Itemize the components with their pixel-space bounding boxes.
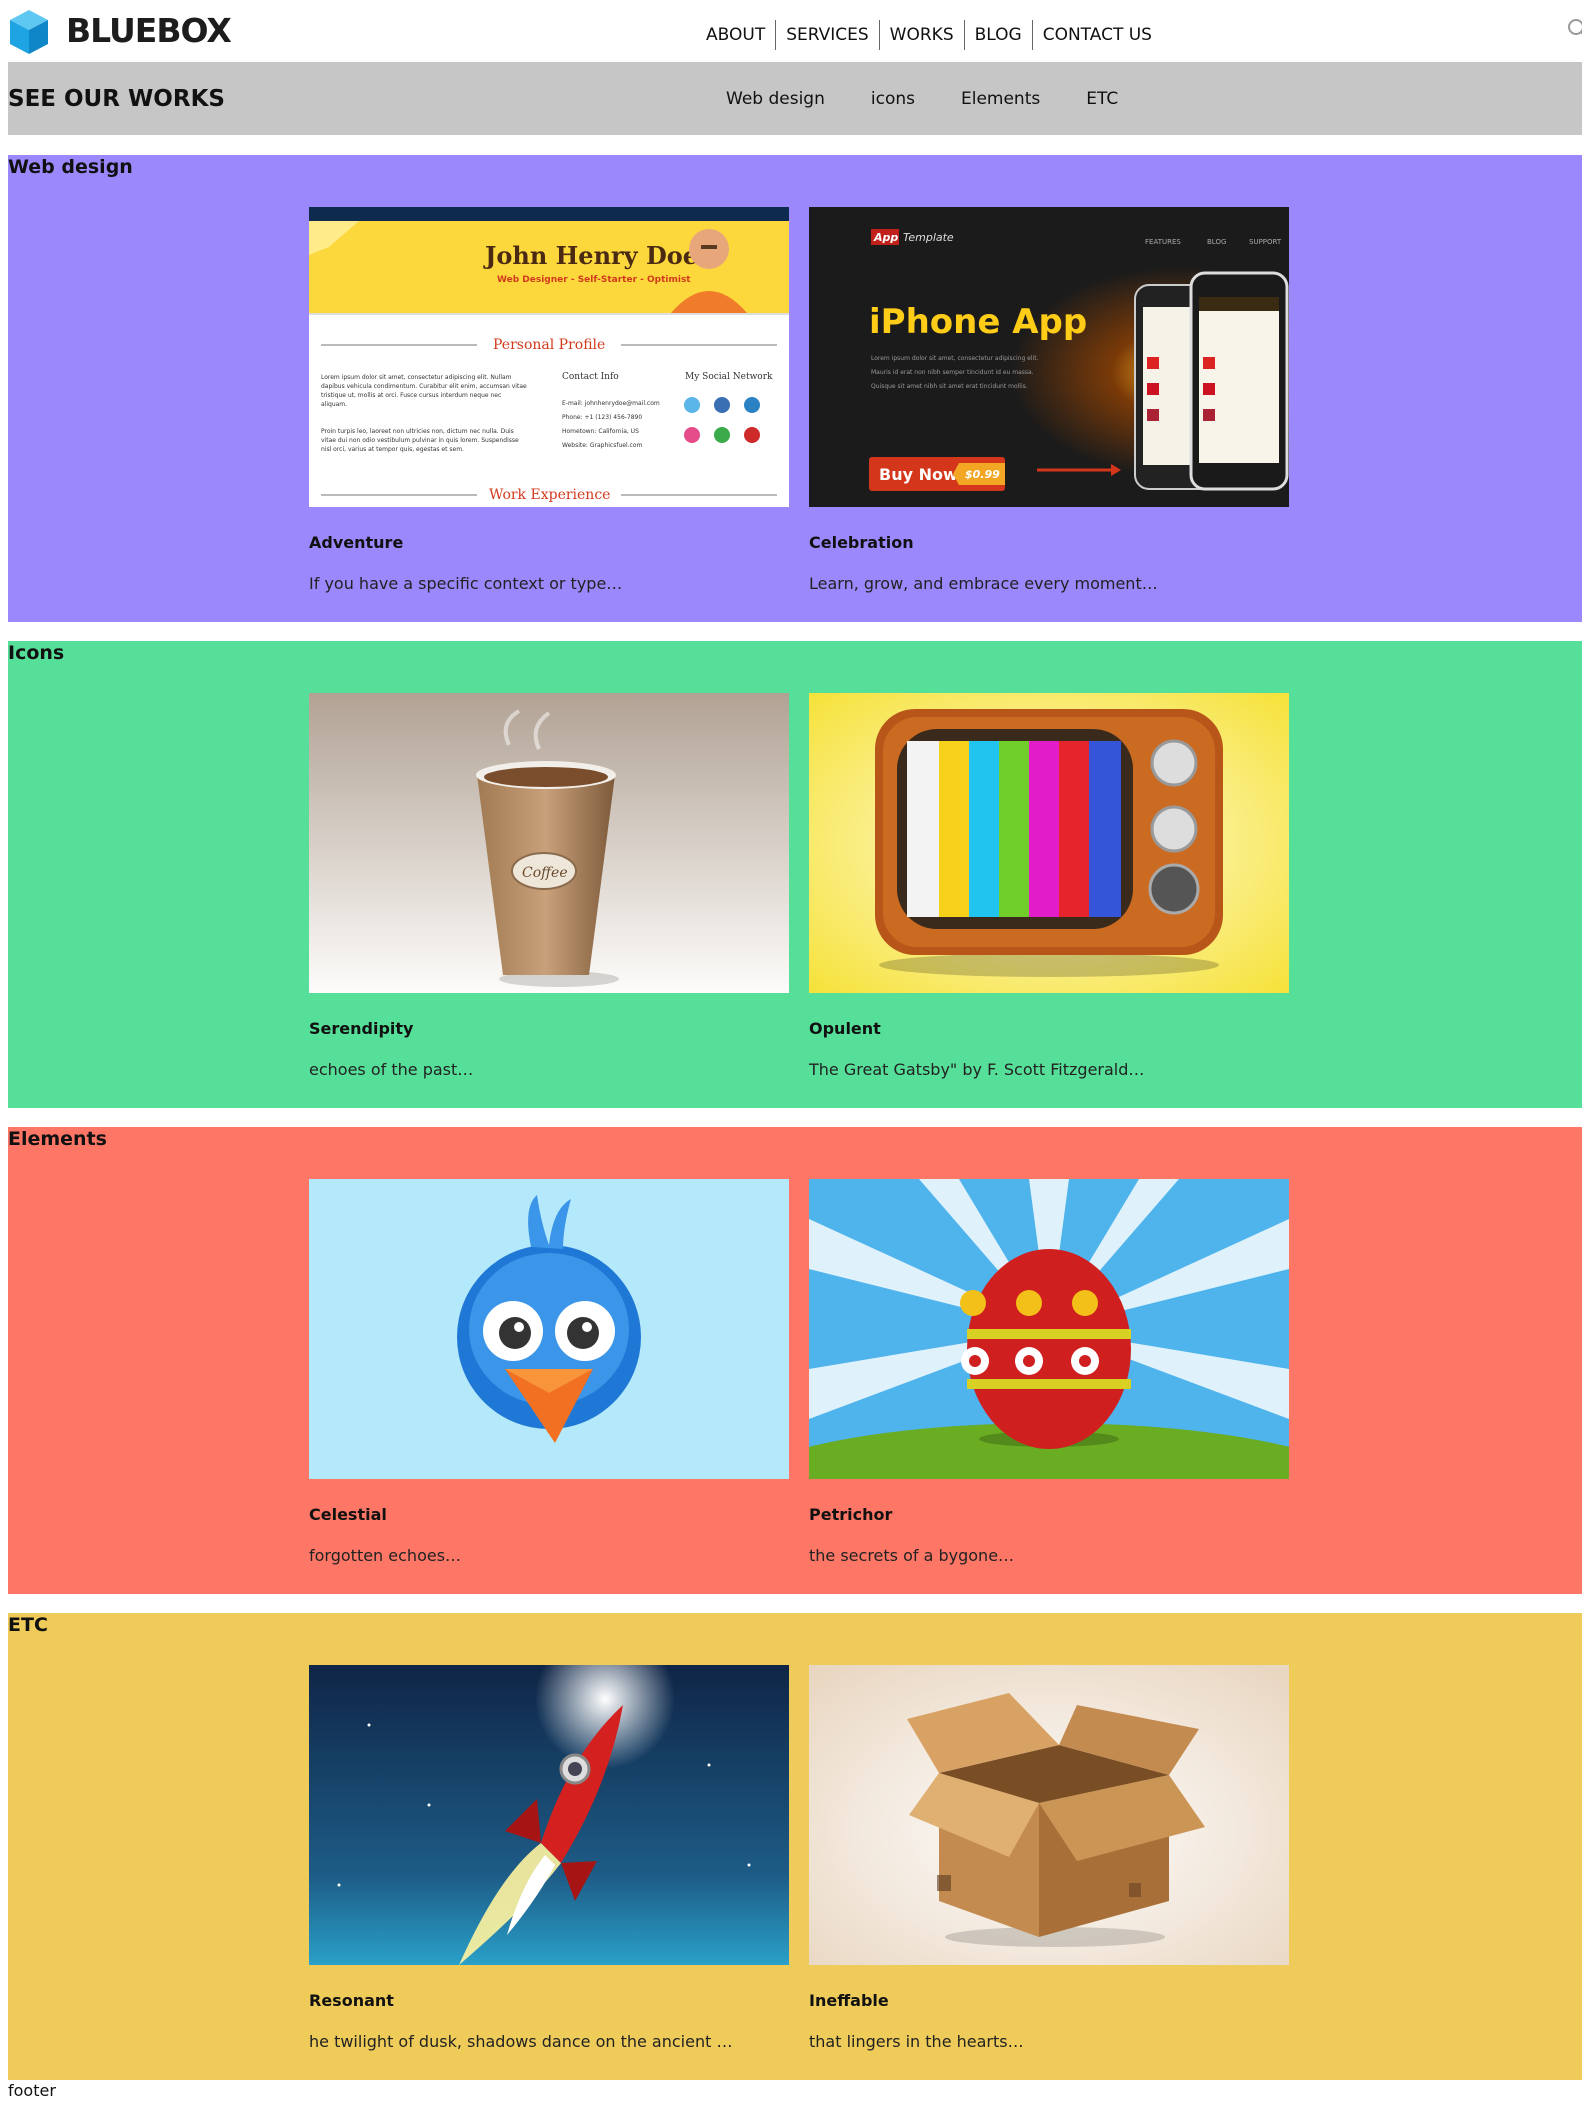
svg-text:Website: Graphicsfuel.com: Website: Graphicsfuel.com xyxy=(562,442,642,449)
card-description: that lingers in the hearts… xyxy=(809,2032,1024,2051)
card-description: If you have a specific context or type… xyxy=(309,574,623,593)
svg-text:$0.99: $0.99 xyxy=(965,468,1000,481)
section-title: ETC xyxy=(8,1614,48,1636)
svg-text:Web Designer - Self-Starter -: Web Designer - Self-Starter - Optimist xyxy=(497,275,691,285)
svg-text:Personal Profile: Personal Profile xyxy=(493,337,605,353)
card-title[interactable]: Ineffable xyxy=(809,1991,889,2010)
svg-text:Mauris id erat non nibh semper: Mauris id erat non nibh semper tincidunt… xyxy=(871,369,1034,376)
svg-text:vitae dui non odio vestibulum: vitae dui non odio vestibulum pulvinar i… xyxy=(321,437,519,444)
coffee-cup-thumbnail[interactable]: Coffee xyxy=(309,693,789,993)
section-etc: ETC Resonant he twilight of dusk, shadow… xyxy=(8,1613,1582,2080)
card-description: the secrets of a bygone… xyxy=(809,1546,1015,1565)
section-elements: Elements Celestial forgotten echoes… Pet… xyxy=(8,1127,1582,1594)
section-web-design: Web design John Henry Doe Web Designer -… xyxy=(8,155,1582,622)
logo-text[interactable]: BLUEBOX xyxy=(66,10,232,52)
svg-text:FEATURES: FEATURES xyxy=(1145,238,1181,246)
footer: footer xyxy=(8,2081,56,2100)
card-title[interactable]: Serendipity xyxy=(309,1019,413,1038)
card-title[interactable]: Petrichor xyxy=(809,1505,892,1524)
nav-services[interactable]: SERVICES xyxy=(775,20,878,50)
section-icons: Icons Coffee Serendipity echoes of the p… xyxy=(8,641,1582,1108)
card-description: The Great Gatsby" by F. Scott Fitzgerald… xyxy=(809,1060,1145,1079)
svg-text:Phone: +1 (123) 456-7890: Phone: +1 (123) 456-7890 xyxy=(562,414,642,421)
works-filter-nav: Web design icons Elements ETC xyxy=(726,84,1164,114)
logo-cube-icon[interactable] xyxy=(8,8,50,56)
svg-text:Quisque sit amet nibh sit amet: Quisque sit amet nibh sit amet erat tinc… xyxy=(871,383,1028,390)
card-description: Learn, grow, and embrace every moment… xyxy=(809,574,1158,593)
section-title: Icons xyxy=(8,642,65,664)
nav-works[interactable]: WORKS xyxy=(878,20,964,50)
card-title[interactable]: Celebration xyxy=(809,533,914,552)
svg-text:Coffee: Coffee xyxy=(522,865,568,881)
work-card-opulent[interactable]: Opulent The Great Gatsby" by F. Scott Fi… xyxy=(809,693,1289,1079)
svg-text:tristique ut, mollis at orci.: tristique ut, mollis at orci. Fusce curs… xyxy=(321,392,501,399)
svg-text:Hometown: California, US: Hometown: California, US xyxy=(562,428,639,435)
work-card-serendipity[interactable]: Coffee Serendipity echoes of the past… xyxy=(309,693,789,1079)
card-description: forgotten echoes… xyxy=(309,1546,462,1565)
svg-text:Buy Now: Buy Now xyxy=(879,465,958,484)
filter-web-design[interactable]: Web design xyxy=(726,84,825,114)
svg-text:App: App xyxy=(873,231,898,244)
svg-text:nisl orci, varius at tempor qu: nisl orci, varius at tempor quis, egesta… xyxy=(321,446,464,453)
section-title: Elements xyxy=(8,1128,107,1150)
svg-text:Template: Template xyxy=(903,231,954,244)
cardboard-box-thumbnail[interactable] xyxy=(809,1665,1289,1965)
search-icon[interactable] xyxy=(1566,18,1582,38)
card-title[interactable]: Celestial xyxy=(309,1505,387,1524)
svg-text:dapibus vehicula condimentum.: dapibus vehicula condimentum. Curabitur … xyxy=(321,383,527,390)
work-card-ineffable[interactable]: Ineffable that lingers in the hearts… xyxy=(809,1665,1289,2051)
main-nav: ABOUT SERVICES WORKS BLOG CONTACT US xyxy=(696,20,1162,50)
svg-text:Lorem ipsum dolor sit amet, co: Lorem ipsum dolor sit amet, consectetur … xyxy=(871,355,1039,362)
svg-text:John Henry Doe: John Henry Doe xyxy=(483,241,698,270)
svg-text:BLOG: BLOG xyxy=(1207,238,1226,246)
svg-text:aliquam.: aliquam. xyxy=(321,401,347,408)
nav-about[interactable]: ABOUT xyxy=(696,20,775,50)
filter-elements[interactable]: Elements xyxy=(961,84,1040,114)
blue-bird-thumbnail[interactable] xyxy=(309,1179,789,1479)
nav-contact-us[interactable]: CONTACT US xyxy=(1031,20,1162,50)
iphone-app-thumbnail[interactable]: App Template FEATURES BLOG SUPPORT iPhon… xyxy=(809,207,1289,507)
filter-icons[interactable]: icons xyxy=(871,84,915,114)
card-title[interactable]: Adventure xyxy=(309,533,403,552)
card-title[interactable]: Opulent xyxy=(809,1019,881,1038)
svg-text:SUPPORT: SUPPORT xyxy=(1249,238,1282,246)
easter-egg-thumbnail[interactable] xyxy=(809,1179,1289,1479)
work-card-celestial[interactable]: Celestial forgotten echoes… xyxy=(309,1179,789,1565)
works-filter-bar: SEE OUR WORKS Web design icons Elements … xyxy=(8,62,1582,135)
card-description: he twilight of dusk, shadows dance on th… xyxy=(309,2032,733,2051)
section-title: Web design xyxy=(8,156,133,178)
rocket-thumbnail[interactable] xyxy=(309,1665,789,1965)
work-card-petrichor[interactable]: Petrichor the secrets of a bygone… xyxy=(809,1179,1289,1565)
page-title: SEE OUR WORKS xyxy=(8,86,225,112)
resume-website-thumbnail[interactable]: John Henry Doe Web Designer - Self-Start… xyxy=(309,207,789,507)
svg-text:E-mail: johnhenrydoe@mail.com: E-mail: johnhenrydoe@mail.com xyxy=(562,400,660,407)
svg-text:Contact Info: Contact Info xyxy=(562,372,619,382)
work-card-adventure[interactable]: John Henry Doe Web Designer - Self-Start… xyxy=(309,207,789,593)
work-card-celebration[interactable]: App Template FEATURES BLOG SUPPORT iPhon… xyxy=(809,207,1289,593)
svg-text:Work Experience: Work Experience xyxy=(489,487,610,503)
card-title[interactable]: Resonant xyxy=(309,1991,394,2010)
nav-blog[interactable]: BLOG xyxy=(963,20,1032,50)
work-card-resonant[interactable]: Resonant he twilight of dusk, shadows da… xyxy=(309,1665,789,2051)
filter-etc[interactable]: ETC xyxy=(1086,84,1118,114)
retro-tv-thumbnail[interactable] xyxy=(809,693,1289,993)
svg-text:Proin turpis leo, laoreet non: Proin turpis leo, laoreet non ultricies … xyxy=(321,428,514,435)
svg-text:My Social Network: My Social Network xyxy=(685,372,773,382)
svg-text:Lorem ipsum dolor sit amet, co: Lorem ipsum dolor sit amet, consectetur … xyxy=(321,374,512,381)
svg-text:iPhone App: iPhone App xyxy=(869,302,1087,342)
card-description: echoes of the past… xyxy=(309,1060,474,1079)
